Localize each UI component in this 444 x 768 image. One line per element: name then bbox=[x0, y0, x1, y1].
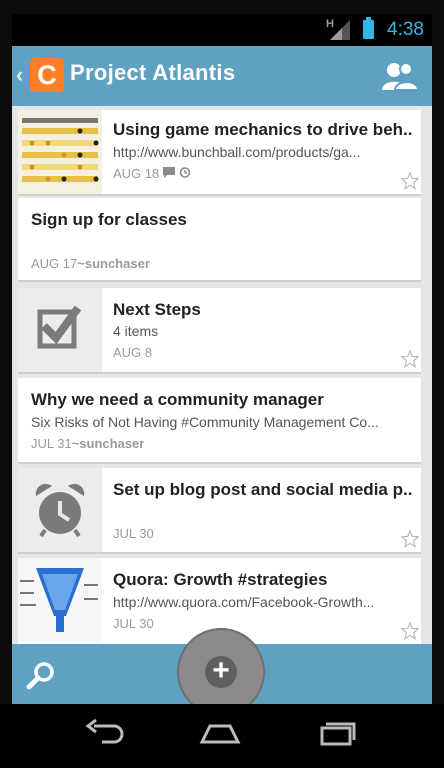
item-author: ~sunchaser bbox=[71, 436, 145, 451]
list-item[interactable]: Why we need a community manager Six Risk… bbox=[18, 378, 421, 464]
item-subtitle: 4 items bbox=[113, 323, 159, 339]
comment-icon bbox=[162, 167, 175, 178]
funnel-thumbnail bbox=[18, 558, 102, 642]
funnel-image bbox=[20, 568, 98, 632]
item-meta: JUL 30 bbox=[113, 616, 154, 631]
status-time: 4:38 bbox=[387, 19, 424, 40]
item-subtitle: http://www.bunchball.com/products/ga... bbox=[113, 144, 361, 160]
item-title: Quora: Growth #strategies bbox=[113, 570, 328, 589]
item-author: ~sunchaser bbox=[77, 256, 150, 271]
item-title: Sign up for classes bbox=[31, 210, 187, 229]
app-logo[interactable]: C bbox=[30, 58, 64, 92]
alarm-clock-icon bbox=[35, 483, 85, 538]
battery-icon bbox=[363, 17, 374, 39]
item-meta: AUG 17~sunchaser bbox=[31, 256, 150, 271]
star-icon[interactable] bbox=[401, 622, 419, 640]
item-title: Set up blog post and social media p... bbox=[113, 480, 413, 499]
star-icon[interactable] bbox=[401, 350, 419, 368]
list-item[interactable]: Using game mechanics to drive beh... htt… bbox=[18, 110, 421, 196]
reminder-thumbnail bbox=[18, 468, 102, 552]
list-item[interactable]: Set up blog post and social media p... J… bbox=[18, 468, 421, 554]
item-date: JUL 30 bbox=[113, 526, 154, 541]
item-title: Why we need a community manager bbox=[31, 390, 324, 409]
item-date: JUL 30 bbox=[113, 616, 154, 631]
item-meta: AUG 18 bbox=[113, 166, 191, 181]
back-chevron-icon[interactable]: ‹ bbox=[16, 62, 23, 88]
spreadsheet-image bbox=[18, 110, 102, 194]
plus-icon: + bbox=[205, 656, 237, 688]
search-icon[interactable] bbox=[26, 660, 56, 690]
members-icon[interactable] bbox=[382, 60, 418, 92]
page-title: Project Atlantis bbox=[70, 60, 236, 85]
star-icon[interactable] bbox=[401, 172, 419, 190]
item-date: AUG 18 bbox=[113, 166, 160, 181]
device-frame: H 4:38 ‹ C Project Atlantis Using game m… bbox=[0, 0, 444, 768]
spreadsheet-thumbnail bbox=[18, 110, 102, 194]
item-date: JUL 31 bbox=[31, 436, 72, 451]
star-icon[interactable] bbox=[401, 530, 419, 548]
screen: H 4:38 ‹ C Project Atlantis Using game m… bbox=[12, 14, 432, 704]
item-title: Using game mechanics to drive beh... bbox=[113, 120, 413, 139]
reminder-icon bbox=[179, 167, 190, 178]
list-item[interactable]: Sign up for classes AUG 17~sunchaser bbox=[18, 198, 421, 282]
recent-apps-icon[interactable] bbox=[316, 718, 360, 748]
item-subtitle: http://www.quora.com/Facebook-Growth... bbox=[113, 594, 375, 610]
item-title: Next Steps bbox=[113, 300, 201, 319]
item-date: AUG 8 bbox=[113, 345, 153, 360]
checkbox-icon bbox=[37, 305, 82, 349]
status-bar: H 4:38 bbox=[12, 14, 432, 46]
item-meta: JUL 31~sunchaser bbox=[31, 436, 144, 451]
list-item[interactable]: Next Steps 4 items AUG 8 bbox=[18, 288, 421, 374]
home-icon[interactable] bbox=[198, 718, 242, 748]
item-meta: JUL 30 bbox=[113, 526, 154, 541]
back-icon[interactable] bbox=[82, 718, 126, 748]
checklist-thumbnail bbox=[18, 288, 102, 372]
item-meta: AUG 8 bbox=[113, 345, 152, 360]
item-date: AUG 17 bbox=[31, 256, 78, 271]
signal-icon bbox=[330, 20, 350, 40]
system-nav-bar bbox=[0, 704, 444, 768]
action-bar: ‹ C Project Atlantis bbox=[12, 46, 432, 106]
item-subtitle: Six Risks of Not Having #Community Manag… bbox=[31, 414, 379, 430]
